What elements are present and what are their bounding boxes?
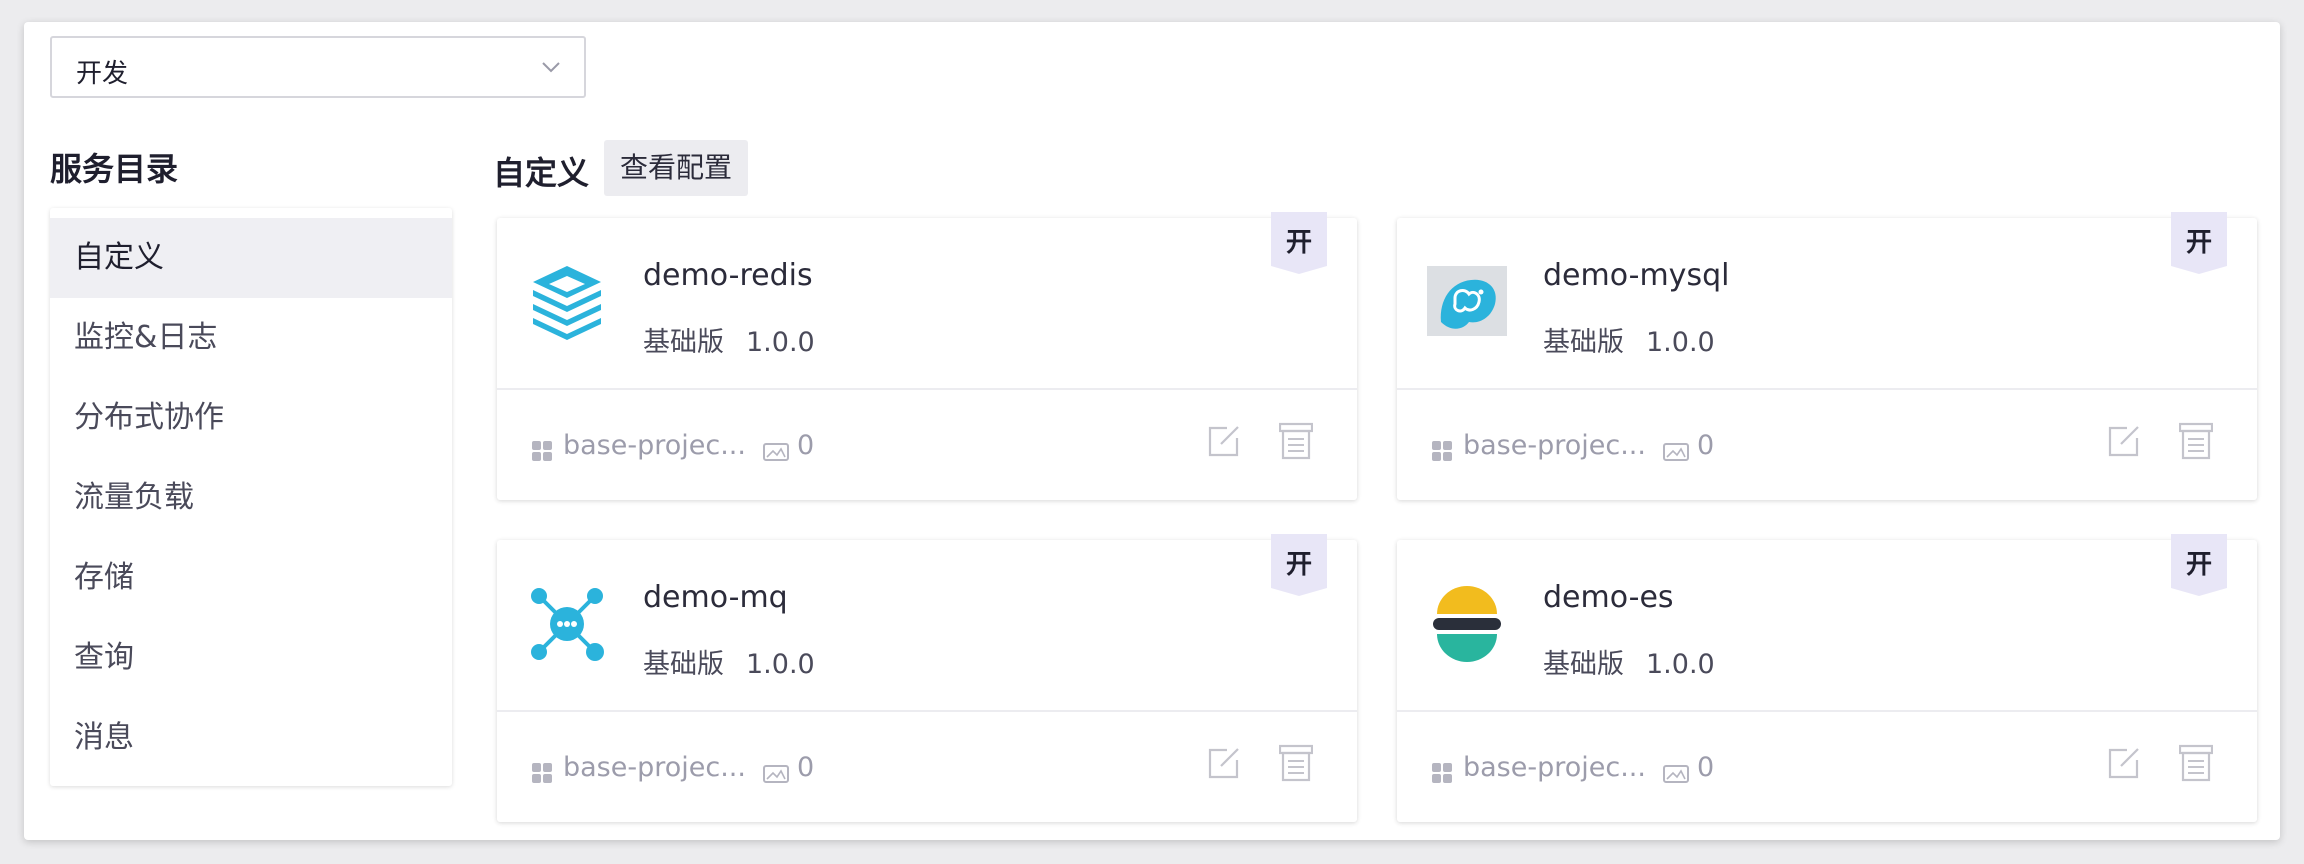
environment-select-value: 开发	[76, 59, 129, 89]
service-meta: 基础版 1.0.0	[1543, 320, 1715, 359]
catalog-item-distributed[interactable]: 分布式协作	[50, 378, 452, 458]
archive-delete-icon[interactable]	[1279, 744, 1313, 782]
status-badge: 开	[1285, 550, 1312, 580]
service-version: 1.0.0	[746, 327, 815, 358]
service-card[interactable]: demo-es 基础版 1.0.0 base-projec... 0 开	[1397, 534, 2257, 822]
catalog-item-message[interactable]: 消息	[50, 698, 452, 778]
card-divider	[1397, 710, 2257, 712]
service-edition: 基础版	[1543, 649, 1624, 680]
service-card[interactable]: demo-redis 基础版 1.0.0 base-projec... 0 开	[497, 212, 1357, 500]
archive-delete-icon[interactable]	[2179, 422, 2213, 460]
instance-count: 0	[797, 752, 815, 783]
service-card[interactable]: demo-mysql 基础版 1.0.0 base-projec... 0 开	[1397, 212, 2257, 500]
redis-stack-icon	[533, 266, 601, 340]
status-badge: 开	[2185, 550, 2212, 580]
service-name: demo-es	[1543, 580, 1674, 615]
section-title: 自定义	[493, 154, 590, 192]
service-version: 1.0.0	[1646, 649, 1715, 680]
project-name: base-projec...	[563, 752, 746, 783]
elasticsearch-icon	[1433, 586, 1501, 662]
service-meta: 基础版 1.0.0	[1543, 642, 1715, 681]
edit-icon[interactable]	[1207, 746, 1241, 780]
instance-count: 0	[1697, 430, 1715, 461]
project-name: base-projec...	[563, 430, 746, 461]
instance-count: 0	[797, 430, 815, 461]
catalog-item-query[interactable]: 查询	[50, 618, 452, 698]
service-name: demo-redis	[643, 258, 813, 293]
status-badge: 开	[1285, 228, 1312, 258]
status-badge: 开	[2185, 228, 2212, 258]
catalog-item-monitoring-logging[interactable]: 监控&日志	[50, 298, 452, 378]
catalog-item-custom[interactable]: 自定义	[50, 218, 452, 298]
service-edition: 基础版	[643, 327, 724, 358]
service-meta: 基础版 1.0.0	[643, 642, 815, 681]
project-grid-icon	[532, 441, 552, 461]
mysql-dolphin-icon	[1427, 266, 1507, 336]
image-icon	[763, 765, 789, 783]
catalog-item-traffic[interactable]: 流量负载	[50, 458, 452, 538]
archive-delete-icon[interactable]	[2179, 744, 2213, 782]
environment-select[interactable]: 开发	[50, 36, 586, 98]
project-grid-icon	[1432, 441, 1452, 461]
service-name: demo-mysql	[1543, 258, 1730, 293]
catalog-item-storage[interactable]: 存储	[50, 538, 452, 618]
edit-icon[interactable]	[1207, 424, 1241, 458]
image-icon	[1663, 443, 1689, 461]
catalog-list: 自定义 监控&日志 分布式协作 流量负载 存储 查询 消息	[50, 208, 452, 786]
service-edition: 基础版	[643, 649, 724, 680]
archive-delete-icon[interactable]	[1279, 422, 1313, 460]
card-divider	[497, 388, 1357, 390]
service-card[interactable]: demo-mq 基础版 1.0.0 base-projec... 0 开	[497, 534, 1357, 822]
service-name: demo-mq	[643, 580, 788, 615]
instance-count: 0	[1697, 752, 1715, 783]
message-queue-icon	[531, 588, 604, 661]
project-name: base-projec...	[1463, 752, 1646, 783]
project-grid-icon	[532, 763, 552, 783]
card-divider	[497, 710, 1357, 712]
card-divider	[1397, 388, 2257, 390]
image-icon	[763, 443, 789, 461]
service-edition: 基础版	[1543, 327, 1624, 358]
catalog-title: 服务目录	[50, 150, 179, 188]
service-meta: 基础版 1.0.0	[643, 320, 815, 359]
project-grid-icon	[1432, 763, 1452, 783]
view-config-button[interactable]: 查看配置	[604, 140, 748, 196]
edit-icon[interactable]	[2107, 424, 2141, 458]
chevron-down-icon	[542, 62, 560, 73]
edit-icon[interactable]	[2107, 746, 2141, 780]
service-version: 1.0.0	[746, 649, 815, 680]
image-icon	[1663, 765, 1689, 783]
project-name: base-projec...	[1463, 430, 1646, 461]
service-version: 1.0.0	[1646, 327, 1715, 358]
